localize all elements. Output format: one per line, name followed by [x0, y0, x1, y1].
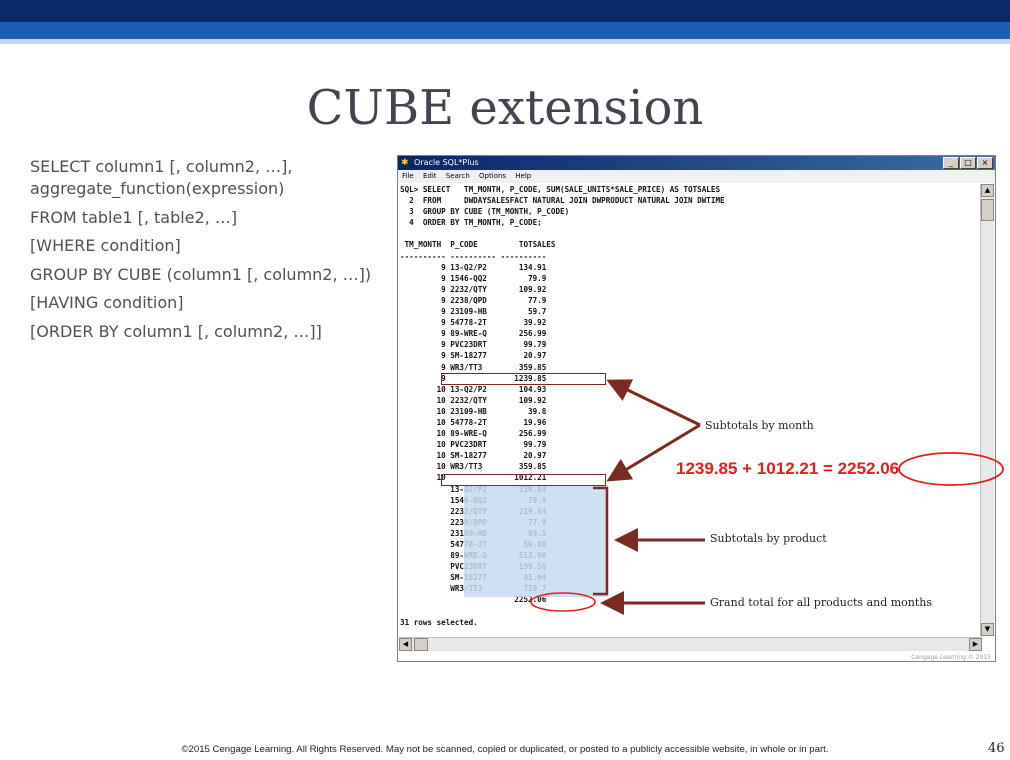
- scroll-up-arrow-icon[interactable]: ▲: [981, 184, 994, 197]
- top-band-blue: [0, 22, 1010, 39]
- menu-bar: File Edit Search Options Help: [398, 170, 995, 183]
- close-button[interactable]: ×: [977, 157, 993, 169]
- scroll-left-arrow-icon[interactable]: ◀: [399, 638, 412, 651]
- equation-result: 2252.06: [837, 459, 900, 478]
- maximize-button[interactable]: □: [960, 157, 976, 169]
- copyright-note: Cengage Learning © 2015: [911, 654, 991, 661]
- syntax-line: GROUP BY CUBE (column1 [, column2, …]): [30, 264, 372, 284]
- top-band-light: [0, 39, 1010, 44]
- app-icon: ✱: [401, 158, 409, 168]
- window-title: Oracle SQL*Plus: [414, 158, 479, 167]
- product-subtotal-highlight: [464, 485, 608, 597]
- menu-edit[interactable]: Edit: [423, 172, 437, 180]
- copyright-footer: ©2015 Cengage Learning. All Rights Reser…: [181, 744, 829, 755]
- equation-prefix: 1239.85 + 1012.21 =: [676, 459, 838, 478]
- label-grand-total: Grand total for all products and months: [710, 596, 933, 609]
- menu-help[interactable]: Help: [515, 172, 531, 180]
- scroll-down-arrow-icon[interactable]: ▼: [981, 623, 994, 636]
- window-titlebar[interactable]: ✱ Oracle SQL*Plus _ □ ×: [398, 156, 995, 170]
- vertical-scrollbar[interactable]: ▲ ▼: [980, 184, 994, 636]
- window-controls: _ □ ×: [943, 157, 993, 169]
- syntax-block: SELECT column1 [, column2, …], aggregate…: [30, 153, 390, 347]
- slide-title: CUBE extension: [306, 80, 704, 136]
- minimize-button[interactable]: _: [943, 157, 959, 169]
- menu-search[interactable]: Search: [446, 172, 470, 180]
- month9-subtotal-box: [441, 373, 606, 385]
- syntax-line: [ORDER BY column1 [, column2, …]]: [30, 321, 322, 341]
- hscroll-thumb[interactable]: [414, 638, 428, 651]
- scroll-thumb[interactable]: [981, 199, 994, 221]
- top-band-dark: [0, 0, 1010, 22]
- horizontal-scrollbar[interactable]: ◀ ▶: [399, 637, 982, 651]
- menu-file[interactable]: File: [402, 172, 414, 180]
- syntax-line: aggregate_function(expression): [30, 178, 285, 198]
- label-subtotals-month: Subtotals by month: [705, 419, 814, 432]
- menu-options[interactable]: Options: [479, 172, 506, 180]
- month10-subtotal-box: [441, 474, 606, 486]
- equation: 1239.85 + 1012.21 = 2252.06: [676, 459, 899, 479]
- syntax-line: [HAVING condition]: [30, 293, 184, 313]
- page-number: 46: [988, 741, 1005, 756]
- syntax-line: [WHERE condition]: [30, 236, 181, 256]
- syntax-line: FROM table1 [, table2, …]: [30, 207, 238, 227]
- label-subtotals-product: Subtotals by product: [710, 532, 827, 545]
- scroll-right-arrow-icon[interactable]: ▶: [969, 638, 982, 651]
